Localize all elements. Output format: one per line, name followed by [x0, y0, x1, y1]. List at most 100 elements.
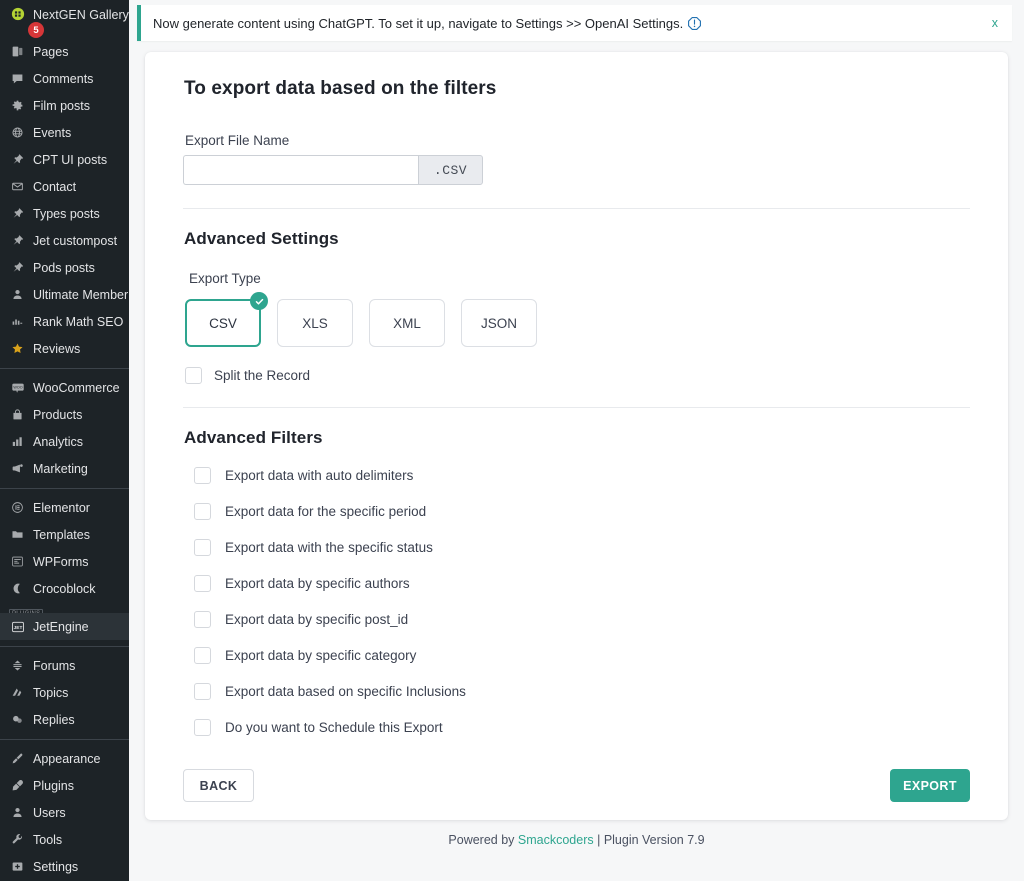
sidebar-item-wpforms[interactable]: WPForms: [0, 548, 129, 575]
page-footer: Powered by Smackcoders | Plugin Version …: [129, 820, 1024, 847]
elementor-icon: [9, 499, 26, 516]
export-type-xls[interactable]: XLS: [277, 299, 353, 347]
filter-checkbox[interactable]: [194, 611, 211, 628]
sidebar-item-products[interactable]: Products: [0, 401, 129, 428]
user-icon: [9, 286, 26, 303]
sidebar-item-label: Appearance: [33, 752, 100, 766]
sidebar-item-plugins[interactable]: Plugins: [0, 772, 129, 799]
export-type-label-csv: CSV: [209, 316, 237, 331]
sidebar-item-film-posts[interactable]: Film posts: [0, 92, 129, 119]
sidebar-item-forums[interactable]: Forums: [0, 652, 129, 679]
replies-icon: [9, 711, 26, 728]
export-file-name-label: Export File Name: [185, 133, 970, 148]
sidebar-item-nextgen-gallery[interactable]: NextGEN Gallery: [0, 0, 129, 22]
sidebar-nextgen-badge-row: 5: [0, 22, 129, 38]
filter-checkbox[interactable]: [194, 503, 211, 520]
filter-specific-period[interactable]: Export data for the specific period: [194, 503, 970, 520]
sidebar-item-label: Forums: [33, 659, 75, 673]
sidebar-item-templates[interactable]: Templates: [0, 521, 129, 548]
plugin-version-text: | Plugin Version 7.9: [594, 833, 705, 847]
sidebar-item-tools[interactable]: Tools: [0, 826, 129, 853]
sidebar-item-label: Jet custompost: [33, 234, 117, 248]
envelope-icon: [9, 178, 26, 195]
sidebar-item-analytics[interactable]: Analytics: [0, 428, 129, 455]
smackcoders-link[interactable]: Smackcoders: [518, 833, 594, 847]
back-button[interactable]: BACK: [183, 769, 254, 802]
section-divider: [183, 208, 970, 209]
export-button[interactable]: EXPORT: [890, 769, 970, 802]
advanced-settings-title: Advanced Settings: [184, 229, 970, 249]
export-type-options: CSV XLS XML JSON: [185, 299, 970, 347]
sidebar-item-label: Tools: [33, 833, 62, 847]
export-type-csv[interactable]: CSV: [185, 299, 261, 347]
filter-specific-category[interactable]: Export data by specific category: [194, 647, 970, 664]
sidebar-item-label: Settings: [33, 860, 78, 874]
sidebar-item-rank-math-seo[interactable]: Rank Math SEO: [0, 308, 129, 335]
gear-icon: [9, 97, 26, 114]
sidebar-item-events[interactable]: Events: [0, 119, 129, 146]
sidebar-item-woocommerce[interactable]: WOO WooCommerce: [0, 374, 129, 401]
card-actions: BACK EXPORT: [183, 769, 970, 802]
close-notice-button[interactable]: x: [992, 16, 998, 30]
bag-icon: [9, 406, 26, 423]
filter-checkbox[interactable]: [194, 575, 211, 592]
sidebar-item-label: Topics: [33, 686, 68, 700]
sidebar-item-appearance[interactable]: Appearance: [0, 745, 129, 772]
export-type-label: Export Type: [189, 271, 970, 286]
pages-icon: [9, 43, 26, 60]
filter-schedule-export[interactable]: Do you want to Schedule this Export: [194, 719, 970, 736]
sidebar-item-cpt-ui-posts[interactable]: CPT UI posts: [0, 146, 129, 173]
admin-notice: Now generate content using ChatGPT. To s…: [137, 5, 1012, 41]
filter-checkbox[interactable]: [194, 647, 211, 664]
filter-specific-inclusions[interactable]: Export data based on specific Inclusions: [194, 683, 970, 700]
export-type-json[interactable]: JSON: [461, 299, 537, 347]
sidebar-item-label: Products: [33, 408, 82, 422]
filter-auto-delimiters[interactable]: Export data with auto delimiters: [194, 467, 970, 484]
filter-checkbox[interactable]: [194, 719, 211, 736]
pin-icon: [9, 259, 26, 276]
sidebar-item-label: Users: [33, 806, 66, 820]
sidebar-item-topics[interactable]: Topics: [0, 679, 129, 706]
sidebar-item-label: CPT UI posts: [33, 153, 107, 167]
sidebar-item-contact[interactable]: Contact: [0, 173, 129, 200]
export-file-name-input[interactable]: [183, 155, 418, 185]
sidebar-item-replies[interactable]: Replies: [0, 706, 129, 733]
sidebar-item-pods-posts[interactable]: Pods posts: [0, 254, 129, 281]
sidebar-item-jet-custompost[interactable]: Jet custompost: [0, 227, 129, 254]
sidebar-item-reviews[interactable]: Reviews: [0, 335, 129, 362]
filter-specific-post-id[interactable]: Export data by specific post_id: [194, 611, 970, 628]
info-icon[interactable]: [687, 16, 702, 31]
sidebar-item-types-posts[interactable]: Types posts: [0, 200, 129, 227]
filter-checkbox[interactable]: [194, 467, 211, 484]
bar-chart-icon: [9, 433, 26, 450]
sidebar-item-label: Plugins: [33, 779, 74, 793]
sidebar-item-comments[interactable]: Comments: [0, 65, 129, 92]
sidebar-item-crocoblock[interactable]: Crocoblock: [0, 575, 129, 602]
sidebar-divider: [0, 362, 129, 374]
star-icon: [9, 340, 26, 357]
split-record-checkbox[interactable]: [185, 367, 202, 384]
sidebar-item-elementor[interactable]: Elementor: [0, 494, 129, 521]
filter-label: Export data by specific post_id: [225, 612, 408, 627]
filter-checkbox[interactable]: [194, 539, 211, 556]
sidebar-item-marketing[interactable]: Marketing: [0, 455, 129, 482]
filter-checkbox[interactable]: [194, 683, 211, 700]
sidebar-item-label: Analytics: [33, 435, 83, 449]
sidebar-item-users[interactable]: Users: [0, 799, 129, 826]
filter-label: Do you want to Schedule this Export: [225, 720, 443, 735]
filter-specific-authors[interactable]: Export data by specific authors: [194, 575, 970, 592]
wrench-icon: [9, 831, 26, 848]
filter-specific-status[interactable]: Export data with the specific status: [194, 539, 970, 556]
export-type-xml[interactable]: XML: [369, 299, 445, 347]
filter-label: Export data with the specific status: [225, 540, 433, 555]
admin-sidebar: NextGEN Gallery 5 Pages Comments Film po…: [0, 0, 129, 881]
powered-by-text: Powered by: [448, 833, 517, 847]
sidebar-item-ultimate-member[interactable]: Ultimate Member: [0, 281, 129, 308]
wpforms-icon: [9, 553, 26, 570]
sidebar-item-label: Contact: [33, 180, 76, 194]
sidebar-item-pages[interactable]: Pages: [0, 38, 129, 65]
sidebar-item-jetengine[interactable]: JET JetEngine: [0, 613, 129, 640]
export-type-label-xls: XLS: [302, 316, 328, 331]
sidebar-item-settings[interactable]: Settings: [0, 853, 129, 880]
split-record-row[interactable]: Split the Record: [185, 367, 970, 384]
